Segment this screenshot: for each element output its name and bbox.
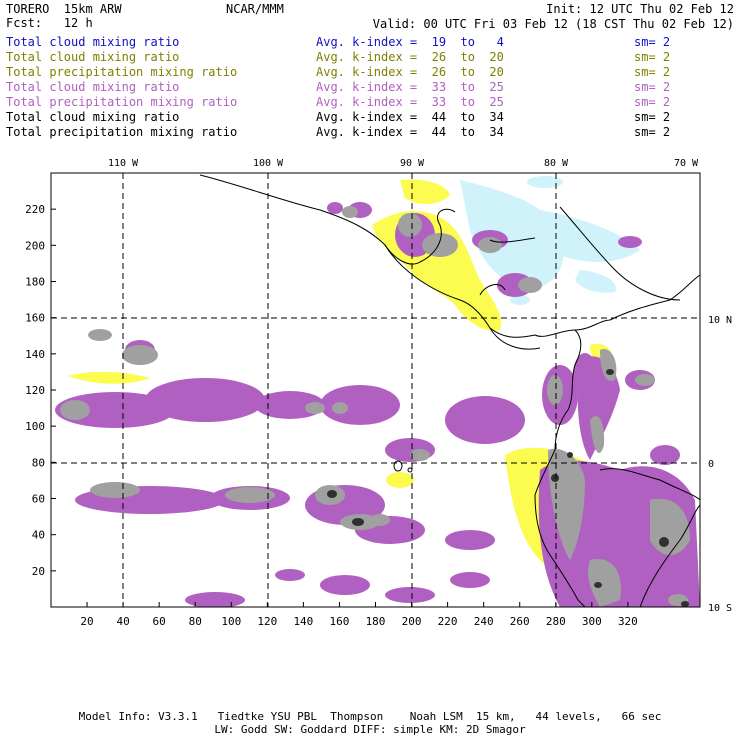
legend-kindex: Avg. k-index = 33 to 25 bbox=[316, 80, 504, 94]
init-time: Init: 12 UTC Thu 02 Feb 12 bbox=[546, 2, 734, 16]
model-name: TORERO 15km ARW bbox=[6, 2, 122, 16]
valid-time: Valid: 00 UTC Fri 03 Feb 12 (18 CST Thu … bbox=[372, 17, 734, 31]
legend-kindex: Avg. k-index = 26 to 20 bbox=[316, 65, 504, 79]
y-tick-label: 220 bbox=[25, 203, 45, 216]
legend-field: Total precipitation mixing ratio bbox=[6, 125, 238, 139]
footer: Model Info: V3.3.1 Tiedtke YSU PBL Thomp… bbox=[0, 710, 740, 736]
y-tick-label: 20 bbox=[32, 565, 45, 578]
y-tick-label: 140 bbox=[25, 348, 45, 361]
lon-label: 100 W bbox=[253, 158, 284, 169]
x-tick-label: 80 bbox=[189, 615, 202, 628]
lat-label: 10 N bbox=[708, 315, 732, 326]
legend-row: Total precipitation mixing ratio Avg. k-i… bbox=[6, 125, 736, 140]
purple-cloud-field bbox=[55, 202, 700, 607]
legend-field: Total cloud mixing ratio bbox=[6, 35, 180, 49]
y-tick-label: 100 bbox=[25, 420, 45, 433]
legend-smoothing: sm= 2 bbox=[634, 35, 671, 49]
x-tick-label: 120 bbox=[257, 615, 277, 628]
legend-field: Total cloud mixing ratio bbox=[6, 50, 180, 64]
legend-row: Total cloud mixing ratio Avg. k-index = 3… bbox=[6, 80, 736, 95]
legend-field: Total precipitation mixing ratio bbox=[6, 95, 238, 109]
y-tick-label: 200 bbox=[25, 239, 45, 252]
lon-label: 80 W bbox=[544, 158, 569, 169]
x-tick-label: 140 bbox=[293, 615, 313, 628]
legend-kindex: Avg. k-index = 33 to 25 bbox=[316, 95, 504, 109]
y-tick-label: 60 bbox=[32, 493, 45, 506]
legend-smoothing: sm= 2 bbox=[634, 125, 671, 139]
x-tick-label: 220 bbox=[438, 615, 458, 628]
legend-smoothing: sm= 2 bbox=[634, 80, 671, 94]
x-tick-label: 200 bbox=[402, 615, 422, 628]
legend-field: Total cloud mixing ratio bbox=[6, 80, 180, 94]
x-tick-label: 280 bbox=[546, 615, 566, 628]
legend-smoothing: sm= 2 bbox=[634, 95, 671, 109]
y-tick-label: 40 bbox=[32, 529, 45, 542]
x-tick-label: 20 bbox=[80, 615, 93, 628]
model-info-line2: LW: Godd SW: Goddard DIFF: simple KM: 2D… bbox=[214, 723, 526, 736]
legend-row: Total cloud mixing ratio Avg. k-index = 2… bbox=[6, 50, 736, 65]
lon-label: 70 W bbox=[674, 158, 699, 169]
forecast-hour: Fcst: 12 h bbox=[6, 16, 93, 30]
header-left: TORERO 15km ARW Fcst: 12 h bbox=[6, 2, 122, 30]
center-name: NCAR/MMM bbox=[226, 2, 284, 16]
lon-label: 90 W bbox=[400, 158, 425, 169]
x-tick-label: 180 bbox=[366, 615, 386, 628]
model-info-line1: Model Info: V3.3.1 Tiedtke YSU PBL Thomp… bbox=[78, 710, 662, 723]
x-tick-label: 240 bbox=[474, 615, 494, 628]
legend-field: Total precipitation mixing ratio bbox=[6, 65, 238, 79]
legend-row: Total cloud mixing ratio Avg. k-index = 1… bbox=[6, 35, 736, 50]
legend-row: Total precipitation mixing ratio Avg. k-i… bbox=[6, 65, 736, 80]
y-tick-label: 160 bbox=[25, 312, 45, 325]
y-tick-label: 120 bbox=[25, 384, 45, 397]
legend-field: Total cloud mixing ratio bbox=[6, 110, 180, 124]
x-tick-label: 300 bbox=[582, 615, 602, 628]
lat-label: 0 bbox=[708, 459, 714, 470]
legend-kindex: Avg. k-index = 44 to 34 bbox=[316, 110, 504, 124]
weather-fields bbox=[55, 174, 700, 607]
x-tick-label: 160 bbox=[330, 615, 350, 628]
legend-smoothing: sm= 2 bbox=[634, 110, 671, 124]
legend-smoothing: sm= 2 bbox=[634, 50, 671, 64]
y-tick-label: 80 bbox=[32, 456, 45, 469]
legend-row: Total precipitation mixing ratio Avg. k-i… bbox=[6, 95, 736, 110]
legend-smoothing: sm= 2 bbox=[634, 65, 671, 79]
lat-label: 10 S bbox=[708, 603, 732, 614]
legend-kindex: Avg. k-index = 26 to 20 bbox=[316, 50, 504, 64]
x-tick-label: 100 bbox=[221, 615, 241, 628]
legend-row: Total cloud mixing ratio Avg. k-index = 4… bbox=[6, 110, 736, 125]
x-tick-label: 60 bbox=[153, 615, 166, 628]
legend-kindex: Avg. k-index = 19 to 4 bbox=[316, 35, 504, 49]
x-tick-label: 260 bbox=[510, 615, 530, 628]
x-tick-label: 320 bbox=[618, 615, 638, 628]
y-tick-label: 180 bbox=[25, 276, 45, 289]
legend-kindex: Avg. k-index = 44 to 34 bbox=[316, 125, 504, 139]
lon-label: 110 W bbox=[108, 158, 139, 169]
x-tick-label: 40 bbox=[116, 615, 129, 628]
map: 110 W 100 W 90 W 80 W 70 W 10 N 0 10 S 2… bbox=[25, 158, 732, 628]
